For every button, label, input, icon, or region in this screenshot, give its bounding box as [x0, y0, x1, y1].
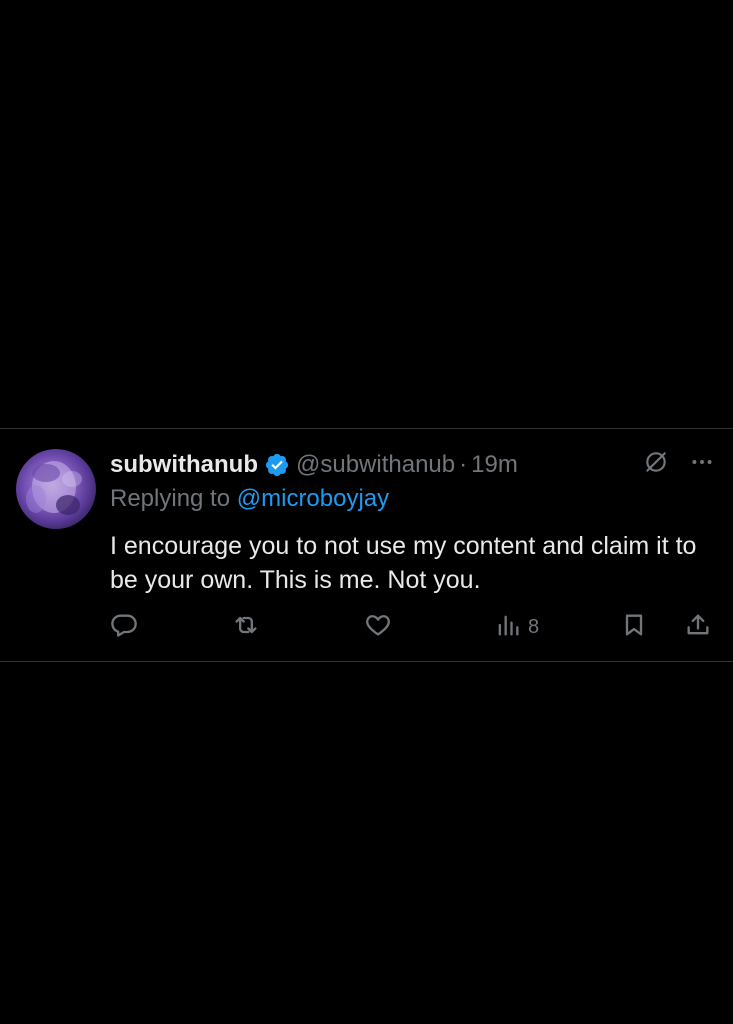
reply-to-handle-link[interactable]: @microboyjay [237, 485, 389, 512]
tweet-text: I encourage you to not use my content an… [110, 532, 697, 594]
share-button[interactable] [684, 611, 712, 643]
views-button[interactable]: 8 [494, 611, 539, 643]
display-name[interactable]: subwithanub [110, 451, 258, 479]
tweet-top-icons [643, 449, 715, 475]
retweet-icon [232, 611, 260, 644]
views-count: 8 [528, 615, 540, 638]
separator-dot: · [459, 451, 468, 478]
views-icon [494, 611, 522, 644]
like-button[interactable] [364, 611, 392, 643]
share-icon [684, 611, 712, 644]
replying-to-label: Replying to [110, 485, 231, 512]
reply-button[interactable] [110, 611, 138, 643]
tweet-card[interactable]: subwithanub @subwithanub · 19m Replying … [0, 428, 733, 662]
like-icon [364, 611, 392, 644]
tweet-header: subwithanub @subwithanub · 19m [110, 447, 518, 483]
avatar-image [26, 461, 82, 515]
avatar[interactable] [16, 449, 96, 529]
timestamp[interactable]: 19m [471, 451, 518, 479]
replying-to-line: Replying to @microboyjay [110, 485, 389, 513]
retweet-button[interactable] [232, 611, 260, 643]
reply-icon [110, 611, 138, 644]
grok-icon[interactable] [643, 449, 669, 475]
bookmark-icon [620, 611, 648, 644]
tweet-actions: 8 [110, 611, 716, 643]
verified-badge-icon [264, 452, 290, 478]
user-handle[interactable]: @subwithanub [296, 451, 455, 479]
more-icon[interactable] [689, 449, 715, 475]
bookmark-button[interactable] [620, 611, 648, 643]
